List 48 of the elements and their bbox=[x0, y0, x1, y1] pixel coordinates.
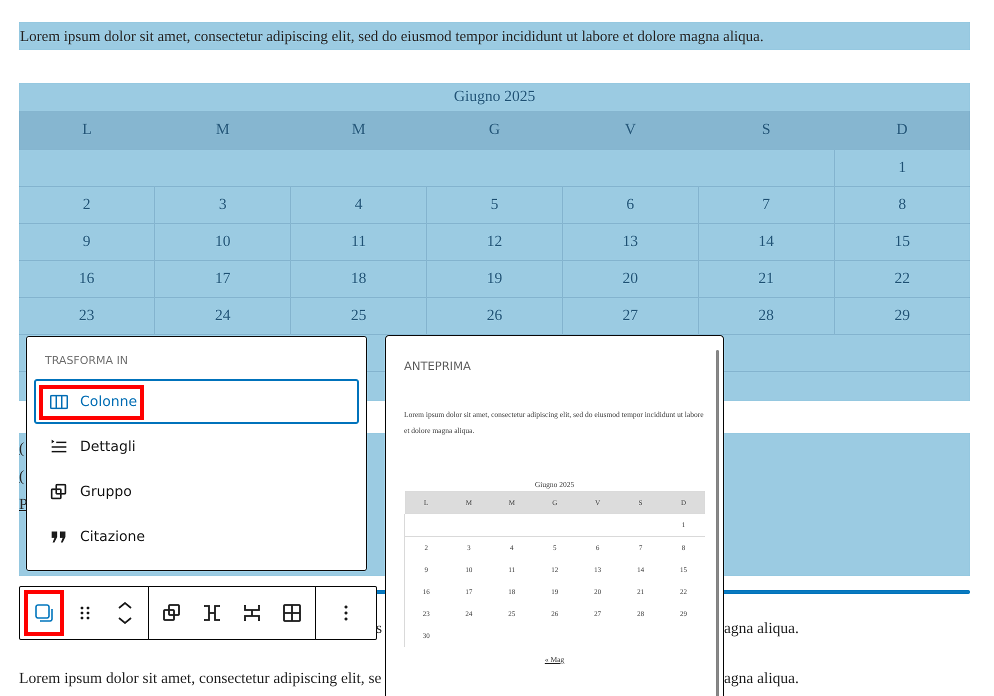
transform-button[interactable] bbox=[24, 590, 64, 636]
day-cell: 16 bbox=[19, 260, 155, 298]
weekday-header: M bbox=[290, 111, 427, 150]
block-icon bbox=[32, 601, 56, 625]
weekday-header: L bbox=[19, 111, 155, 150]
weekday-header: S bbox=[698, 111, 834, 150]
day-cell: 10 bbox=[154, 224, 291, 260]
day-cell: 21 bbox=[698, 260, 834, 298]
link[interactable]: ( bbox=[19, 463, 24, 491]
day-cell: 5 bbox=[426, 186, 562, 224]
link[interactable]: ( bbox=[19, 435, 24, 463]
day-cell: 13 bbox=[562, 224, 698, 260]
day-cell: 14 bbox=[698, 224, 834, 260]
paragraph-text: agna aliqua. bbox=[724, 669, 799, 689]
menu-item[interactable]: Dettagli bbox=[34, 424, 359, 469]
day-cell: 23 bbox=[19, 298, 155, 334]
day-cell: 4 bbox=[290, 186, 427, 224]
weekday-header: V bbox=[562, 111, 698, 150]
day-cell: 28 bbox=[698, 298, 834, 334]
day-cell: 18 bbox=[290, 260, 427, 298]
day-cell: 12 bbox=[426, 224, 562, 260]
menu-item[interactable]: Citazione bbox=[34, 514, 359, 559]
day-cell: 2 bbox=[19, 186, 155, 224]
weekday-header: D bbox=[834, 111, 970, 150]
day-cell: 3 bbox=[154, 186, 291, 224]
day-cell: 1 bbox=[834, 150, 970, 186]
paragraph-text: agna aliqua. bbox=[724, 619, 799, 639]
day-cell: 25 bbox=[290, 298, 427, 334]
weekday-header: G bbox=[426, 111, 562, 150]
menu-item[interactable]: Gruppo bbox=[34, 469, 359, 514]
calendar-caption: Giugno 2025 bbox=[452, 87, 536, 107]
day-cell: 6 bbox=[562, 186, 698, 224]
day-cell: 9 bbox=[19, 224, 155, 260]
day-cell: 17 bbox=[154, 260, 291, 298]
menu-heading: TRASFORMA IN bbox=[44, 353, 130, 369]
preview-heading: ANTEPRIMA bbox=[404, 359, 472, 373]
paragraph-text: Lorem ipsum dolor sit amet, consectetur adipiscing elit, se bbox=[19, 669, 382, 689]
more-icon bbox=[344, 605, 348, 621]
day-cell: 7 bbox=[698, 186, 834, 224]
day-cell: 19 bbox=[426, 260, 562, 298]
grid-icon bbox=[280, 601, 304, 625]
day-cell: 20 bbox=[562, 260, 698, 298]
weekday-header: M bbox=[154, 111, 291, 150]
scrollbar[interactable] bbox=[716, 350, 719, 696]
day-cell: 11 bbox=[290, 224, 427, 260]
day-cell: 24 bbox=[154, 298, 291, 334]
intro-paragraph: Lorem ipsum dolor sit amet, consectetur adipiscing elit, sed do eiusmod tempor incididunt ut labore et dolore magna aliqua. bbox=[19, 22, 970, 50]
menu-item[interactable]: Colonne bbox=[34, 379, 359, 424]
